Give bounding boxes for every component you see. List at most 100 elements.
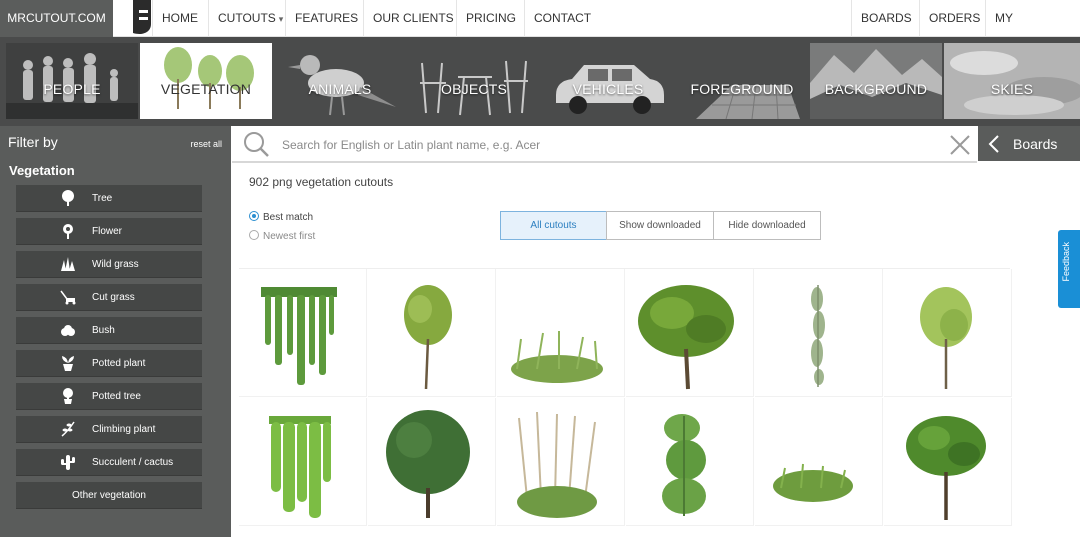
- nav-cutouts-label: CUTOUTS: [218, 11, 276, 25]
- sort-best-match[interactable]: Best match: [249, 211, 313, 223]
- cactus-icon: [61, 455, 75, 470]
- nav-cutouts[interactable]: CUTOUTS ▾: [208, 0, 292, 37]
- filter-cut-grass-label: Cut grass: [92, 292, 135, 303]
- cutout-thumbnail[interactable]: [884, 398, 1012, 526]
- category-animals-label: ANIMALS: [308, 81, 372, 97]
- category-strip: PEOPLE VEGETATION ANIMALS OBJECTS VEHICL…: [0, 37, 1080, 126]
- reset-all-link[interactable]: reset all: [190, 139, 222, 149]
- cutout-thumbnail[interactable]: [239, 398, 367, 526]
- nav-my-account[interactable]: MY ACCOUNT▾: [985, 0, 1080, 62]
- filter-wild-grass-button[interactable]: Wild grass: [16, 251, 202, 278]
- category-vehicles[interactable]: VEHICLES: [542, 43, 674, 119]
- boards-panel-toggle[interactable]: Boards: [978, 126, 1080, 161]
- nav-contact-label: CONTACT: [534, 11, 592, 25]
- nav-orders-label: ORDERS: [929, 11, 981, 25]
- cutout-thumbnail[interactable]: [497, 269, 625, 397]
- category-people-label: PEOPLE: [43, 81, 101, 97]
- category-vegetation[interactable]: VEGETATION: [140, 43, 272, 119]
- hide-downloaded-button[interactable]: Hide downloaded: [713, 211, 821, 240]
- category-background-label: BACKGROUND: [824, 81, 928, 97]
- cutout-thumbnail[interactable]: [755, 269, 883, 397]
- round-tree-image: [638, 285, 734, 390]
- cutout-thumbnail[interactable]: [626, 269, 754, 397]
- filter-succulent-cactus-button[interactable]: Succulent / cactus: [16, 449, 202, 476]
- cutout-thumbnail[interactable]: [368, 269, 496, 397]
- thin-vine-image: [811, 285, 825, 387]
- filter-other-vegetation-label: Other vegetation: [72, 490, 146, 501]
- show-downloaded-button[interactable]: Show downloaded: [606, 211, 714, 240]
- category-vehicles-label: VEHICLES: [572, 81, 644, 97]
- sort-best-match-label: Best match: [263, 212, 314, 223]
- potted-tree-icon: [63, 388, 73, 404]
- filter-climbing-plant-button[interactable]: Climbing plant: [16, 416, 202, 443]
- nav-pricing[interactable]: PRICING: [456, 0, 525, 37]
- nav-contact[interactable]: CONTACT: [524, 0, 600, 37]
- category-objects[interactable]: OBJECTS: [408, 43, 540, 119]
- filter-sidebar: Filter by reset all Vegetation Tree Flow…: [0, 126, 231, 537]
- category-skies[interactable]: SKIES: [944, 43, 1080, 119]
- hanging-ivy-image: [261, 287, 337, 385]
- low-grass-image: [773, 463, 853, 502]
- broad-tree-image: [906, 416, 986, 520]
- filter-tree-button[interactable]: Tree: [16, 185, 202, 212]
- filter-climbing-plant-label: Climbing plant: [92, 424, 156, 435]
- feedback-label: Feedback: [1061, 242, 1071, 282]
- climbing-ivy-image: [662, 414, 706, 516]
- filter-title: Filter by: [8, 134, 58, 150]
- flower-icon: [63, 224, 73, 239]
- ivy-curtain-image: [269, 416, 331, 518]
- slender-tree-image: [920, 287, 972, 389]
- filter-potted-tree-button[interactable]: Potted tree: [16, 383, 202, 410]
- filter-cut-grass-button[interactable]: Cut grass: [16, 284, 202, 311]
- wild-grass-icon: [61, 257, 75, 271]
- nav-home-label: HOME: [162, 11, 198, 25]
- feedback-tab[interactable]: Feedback: [1058, 230, 1080, 308]
- top-navigation: MRCUTOUT.COM HOME CUTOUTS ▾ FEATURES OUR …: [0, 0, 1080, 62]
- nav-home[interactable]: HOME: [152, 0, 207, 37]
- chevron-down-icon: ▾: [278, 14, 284, 24]
- search-input[interactable]: [282, 135, 942, 155]
- category-people[interactable]: PEOPLE: [6, 43, 138, 119]
- brand-logo-icon[interactable]: [131, 0, 153, 37]
- cutout-thumbnail[interactable]: [755, 398, 883, 526]
- cutout-thumbnail[interactable]: [626, 398, 754, 526]
- radio-selected-icon: [249, 211, 259, 221]
- category-animals[interactable]: ANIMALS: [274, 43, 406, 119]
- nav-our-clients[interactable]: OUR CLIENTS: [363, 0, 463, 37]
- filter-flower-button[interactable]: Flower: [16, 218, 202, 245]
- bush-icon: [61, 325, 75, 336]
- potted-plant-icon: [62, 356, 74, 371]
- search-icon[interactable]: [242, 130, 270, 158]
- boards-label: Boards: [1013, 136, 1058, 152]
- cutout-thumbnail[interactable]: [884, 269, 1012, 397]
- lawn-mower-icon: [60, 290, 76, 305]
- category-vegetation-label: VEGETATION: [160, 81, 252, 97]
- filter-tree-label: Tree: [92, 193, 113, 204]
- filter-other-vegetation-button[interactable]: Other vegetation: [16, 482, 202, 509]
- category-background[interactable]: BACKGROUND: [810, 43, 942, 119]
- nav-orders[interactable]: ORDERS: [919, 0, 989, 37]
- brand-name[interactable]: MRCUTOUT.COM: [0, 0, 113, 37]
- cutout-thumbnail[interactable]: [368, 398, 496, 526]
- cutout-grid: [239, 268, 1012, 537]
- nav-features[interactable]: FEATURES: [285, 0, 367, 37]
- sort-newest-first[interactable]: Newest first: [249, 230, 315, 242]
- cutout-thumbnail[interactable]: [497, 398, 625, 526]
- filter-succulent-cactus-label: Succulent / cactus: [92, 457, 174, 468]
- dark-tree-image: [386, 410, 470, 518]
- search-bar: [232, 126, 977, 163]
- all-cutouts-button[interactable]: All cutouts: [500, 211, 607, 240]
- filter-potted-plant-button[interactable]: Potted plant: [16, 350, 202, 377]
- nav-boards[interactable]: BOARDS: [851, 0, 921, 37]
- close-icon[interactable]: [949, 134, 971, 156]
- filter-bush-button[interactable]: Bush: [16, 317, 202, 344]
- results-count: 902 png vegetation cutouts: [249, 175, 394, 189]
- filter-bush-label: Bush: [92, 325, 115, 336]
- nav-features-label: FEATURES: [295, 11, 359, 25]
- category-foreground[interactable]: FOREGROUND: [676, 43, 808, 119]
- cutout-thumbnail[interactable]: [239, 269, 367, 397]
- grass-clump-image: [511, 331, 603, 383]
- nav-pricing-label: PRICING: [466, 11, 517, 25]
- filter-flower-label: Flower: [92, 226, 123, 237]
- filter-potted-tree-label: Potted tree: [92, 391, 141, 402]
